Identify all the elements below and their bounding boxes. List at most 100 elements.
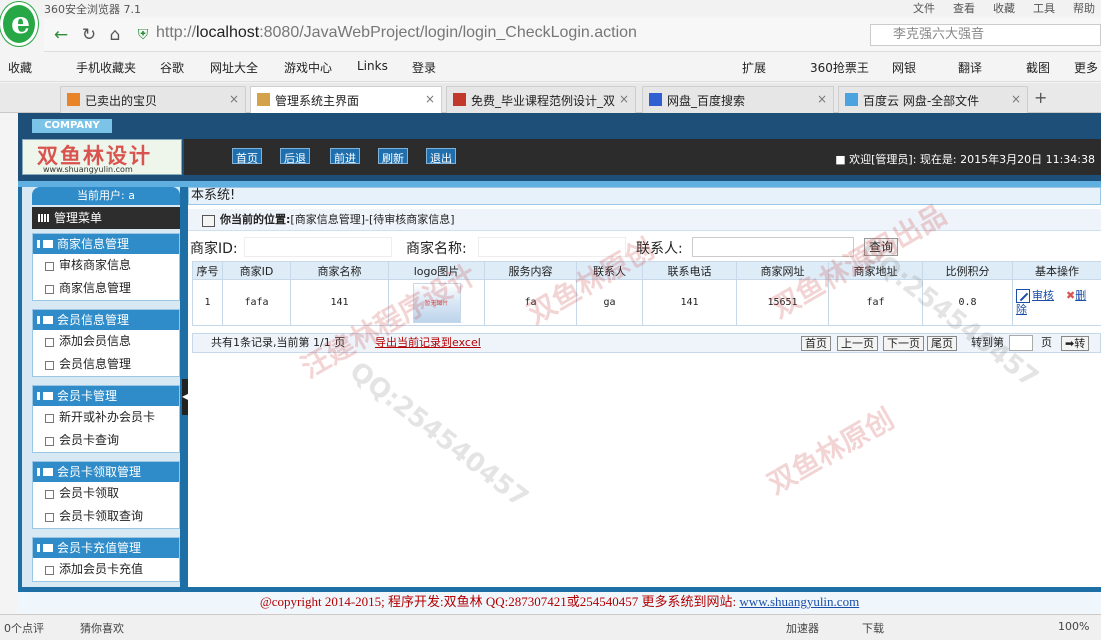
tab-baidu-cloud[interactable]: 百度云 网盘-全部文件 × [838, 86, 1028, 113]
close-icon[interactable]: × [619, 92, 629, 106]
pager: 共有1条记录,当前第 1/1 页 导出当前记录到excel 首页 上一页 下一页… [192, 333, 1101, 353]
tab-label: 免费_毕业课程范例设计_双 [471, 94, 616, 108]
ext-bank[interactable]: 网银 [892, 59, 916, 76]
cell-ratio: 0.8 [922, 279, 1013, 326]
close-icon[interactable]: × [817, 92, 827, 106]
col-shop-name: 商家名称 [290, 261, 389, 280]
page-number-input[interactable] [1009, 335, 1033, 351]
zoom-level[interactable]: 100% [1058, 620, 1089, 633]
cell-shop-name: 141 [290, 279, 389, 326]
prev-page-button[interactable]: 上一页 [837, 336, 878, 351]
bookmark-favorites[interactable]: 收藏 [8, 59, 32, 76]
ext-translate[interactable]: 翻译 [958, 59, 982, 76]
ext-more[interactable]: 更多 [1074, 59, 1098, 76]
edit-icon[interactable] [1016, 288, 1030, 303]
sidebar-item-audit-shop[interactable]: 审核商家信息 [33, 254, 179, 277]
menu-group-title[interactable]: 会员信息管理 [33, 310, 179, 330]
delete-icon[interactable]: ✖ [1066, 289, 1075, 302]
bookmark-links[interactable]: Links [357, 59, 388, 73]
bookmark-sites[interactable]: 网址大全 [210, 59, 258, 76]
bookmark-games[interactable]: 游戏中心 [284, 59, 332, 76]
ext-screenshot[interactable]: 截图 [1026, 59, 1050, 76]
new-tab-icon[interactable]: + [1034, 88, 1047, 107]
contact-label: 联系人: [636, 241, 683, 257]
sidebar-item-new-card[interactable]: 新开或补办会员卡 [33, 406, 179, 429]
sidebar-item-card-pickup[interactable]: 会员卡领取 [33, 482, 179, 505]
audit-link[interactable]: 审核 [1032, 289, 1054, 302]
goto-page-button[interactable]: ➡转 [1061, 336, 1090, 351]
tab-label: 网盘_百度搜索 [667, 94, 746, 108]
nav-logout-button[interactable]: 退出 [426, 148, 456, 165]
menu-group-title[interactable]: 会员卡领取管理 [33, 462, 179, 482]
delete-link[interactable]: 删 [1075, 289, 1086, 302]
close-icon[interactable]: × [229, 92, 239, 106]
menu-group-title[interactable]: 会员卡管理 [33, 386, 179, 406]
browser-statusbar: 0个点评 猜你喜欢 加速器 下载 100% [0, 614, 1101, 640]
sidebar-item-add-member[interactable]: 添加会员信息 [33, 330, 179, 353]
bookmark-login[interactable]: 登录 [412, 59, 436, 76]
refresh-icon[interactable]: ↻ [78, 24, 100, 46]
tab-free-course[interactable]: 免费_毕业课程范例设计_双 × [446, 86, 636, 113]
menu-group-title[interactable]: 会员卡充值管理 [33, 538, 179, 558]
menu-tools[interactable]: 工具 [1033, 0, 1055, 16]
guess-you-like[interactable]: 猜你喜欢 [80, 620, 124, 636]
sidebar-item-pickup-query[interactable]: 会员卡领取查询 [33, 505, 179, 528]
search-input[interactable]: 李克强六大强音 [870, 24, 1101, 46]
cell-no: 1 [192, 279, 223, 326]
address-bar: ← ↻ ⌂ ⛨ http://localhost:8080/JavaWebPro… [44, 18, 1101, 52]
nav-refresh-button[interactable]: 刷新 [378, 148, 408, 165]
tab-label: 管理系统主界面 [275, 94, 360, 108]
bookmark-mobile[interactable]: 手机收藏夹 [76, 59, 136, 76]
tab-baidu-search[interactable]: 网盘_百度搜索 × [642, 86, 834, 113]
bookmark-google[interactable]: 谷歌 [160, 59, 184, 76]
breadcrumb: 你当前的位置:[商家信息管理]-[待审核商家信息] [188, 209, 1101, 231]
nav-home-button[interactable]: 首页 [232, 148, 262, 165]
menu-help[interactable]: 帮助 [1073, 0, 1095, 16]
cell-logo: 暂无图片 [388, 279, 485, 326]
sidebar-item-card-query[interactable]: 会员卡查询 [33, 429, 179, 452]
next-page-button[interactable]: 下一页 [883, 336, 924, 351]
goto-button-label: 转 [1074, 337, 1086, 350]
col-contact: 联系人 [576, 261, 643, 280]
last-page-button[interactable]: 尾页 [927, 336, 957, 351]
contact-input[interactable] [692, 237, 854, 257]
browser-titlebar: 360安全浏览器 7.1 文件 查看 收藏 工具 帮助 [0, 0, 1101, 16]
review-count[interactable]: 0个点评 [4, 620, 44, 636]
back-icon[interactable]: ← [50, 24, 72, 46]
export-excel-link[interactable]: 导出当前记录到excel [375, 334, 481, 352]
menu-file[interactable]: 文件 [913, 0, 935, 16]
download[interactable]: 下载 [862, 620, 884, 636]
shop-id-input[interactable] [244, 237, 392, 257]
delete-link-continued[interactable]: 除 [1016, 303, 1027, 316]
browser-menu: 文件 查看 收藏 工具 帮助 [913, 0, 1095, 16]
sidebar-item-add-recharge[interactable]: 添加会员卡充值 [33, 558, 179, 581]
sidebar-item-member-manage[interactable]: 会员信息管理 [33, 353, 179, 376]
col-shop-id: 商家ID [222, 261, 291, 280]
first-page-button[interactable]: 首页 [801, 336, 831, 351]
col-website: 商家网址 [736, 261, 829, 280]
close-icon[interactable]: × [425, 92, 435, 106]
footer-site-link[interactable]: www.shuangyulin.com [739, 594, 859, 609]
current-user: 当前用户: a [32, 187, 180, 205]
sidebar-item-shop-manage[interactable]: 商家信息管理 [33, 277, 179, 300]
ext-tickets[interactable]: 360抢票王 [810, 59, 869, 76]
ext-extensions[interactable]: 扩展 [742, 59, 766, 76]
col-logo: logo图片 [388, 261, 485, 280]
cell-shop-id: fafa [222, 279, 291, 326]
tab-label: 已卖出的宝贝 [85, 94, 158, 108]
shop-name-input[interactable] [478, 237, 626, 257]
accelerator[interactable]: 加速器 [786, 620, 819, 636]
home-icon[interactable]: ⌂ [104, 24, 126, 46]
menu-favorites[interactable]: 收藏 [993, 0, 1015, 16]
menu-group-title[interactable]: 商家信息管理 [33, 234, 179, 254]
tab-sold-items[interactable]: 已卖出的宝贝 × [60, 86, 246, 113]
nav-forward-button[interactable]: 前进 [330, 148, 360, 165]
browser-title: 360安全浏览器 7.1 [44, 3, 141, 16]
nav-back-button[interactable]: 后退 [280, 148, 310, 165]
query-button[interactable]: 查询 [864, 238, 898, 256]
tab-admin-main[interactable]: 管理系统主界面 × [250, 86, 442, 114]
browser-logo-icon[interactable] [0, 2, 38, 46]
menu-view[interactable]: 查看 [953, 0, 975, 16]
url-input[interactable]: http://localhost:8080/JavaWebProject/log… [156, 24, 776, 46]
close-icon[interactable]: × [1011, 92, 1021, 106]
